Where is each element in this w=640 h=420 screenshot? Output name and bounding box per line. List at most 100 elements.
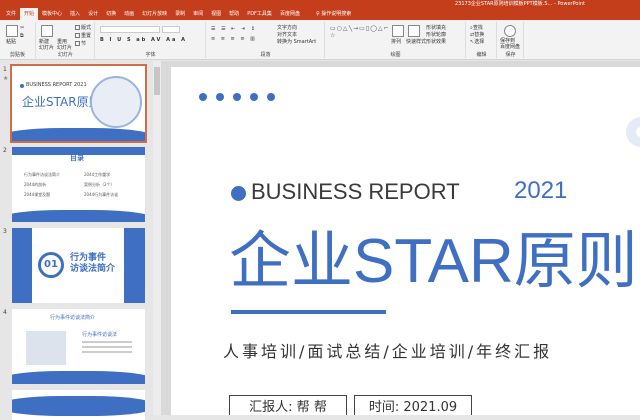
thumb-band [12,228,32,303]
thumb-text-line [82,351,132,353]
layout-icon [75,25,80,30]
decor-dot [250,93,258,101]
section-button[interactable]: 节 [75,41,86,47]
replace-label: 替换 [474,32,485,38]
group-label-drawing: 绘图 [390,52,401,58]
layout-button[interactable]: 版式 [75,25,91,31]
thumb-item: 案例分析（2个） [84,182,115,187]
year-text[interactable]: 2021 [514,177,567,205]
replace-button[interactable]: ⇄替换 [470,32,484,38]
tab-file[interactable]: 文件 [2,8,20,20]
tab-baidu[interactable]: 百度网盘 [276,8,304,20]
slide-number: 4 [3,309,7,316]
thumb-photo [26,331,66,365]
reset-icon [75,33,80,38]
copy-icon[interactable]: ⧉ [20,33,24,39]
group-clipboard: 粘贴 ✂ ⧉ 剪贴板 [0,22,36,58]
reset-label: 重置 [81,33,92,39]
align-text-button[interactable]: 对齐文本 [277,32,297,38]
thumbnail-slide-1[interactable]: BUSINESS REPORT 2021 企业STAR原则 [10,64,147,143]
group-label-editing: 编辑 [476,52,487,58]
reset-button[interactable]: 重置 [75,33,91,39]
select-button[interactable]: ↖选择 [470,39,484,45]
paste-icon[interactable] [6,25,18,37]
tab-design[interactable]: 设计 [84,8,102,20]
tab-slideshow[interactable]: 幻灯片放映 [138,8,171,20]
thumbnail-slide-5[interactable] [12,390,145,420]
tab-home[interactable]: 开始 [20,8,39,20]
tab-review[interactable]: 审阅 [189,8,207,20]
select-label: 选择 [474,39,485,45]
new-slide-icon[interactable] [41,25,53,37]
tell-me-label: 操作说明搜索 [321,11,352,17]
font-size-select[interactable] [162,26,180,33]
tab-view[interactable]: 视图 [207,8,225,20]
decor-dot [233,93,241,101]
tell-me-search[interactable]: ♀ 操作说明搜索 [312,8,355,20]
thumbnail-slide-4[interactable]: 行为事件访谈法简介 行为事件访谈法 [12,309,145,384]
tab-transitions[interactable]: 切换 [102,8,120,20]
cut-icon[interactable]: ✂ [20,25,24,31]
thumb-dot [20,84,24,88]
thumbnail-slide-3[interactable]: 01 行为事件 访谈法简介 [12,228,145,303]
reporter-box[interactable]: 汇报人: 帮 帮 [229,395,347,415]
thumb-title: 目录 [70,154,84,162]
thumb-title: 行为事件 访谈法简介 [70,253,116,274]
font-name-select[interactable] [100,26,160,33]
shape-effects-button[interactable]: 形状效果 [426,39,446,45]
tab-template[interactable]: 模板中心 [38,8,66,20]
thumbnail-slide-2[interactable]: 目录 行为事件访谈法简介 2044的剖析 2044课堂及题 2044工作重学 案… [12,147,145,222]
tab-insert[interactable]: 插入 [66,8,84,20]
tab-help[interactable]: 帮助 [225,8,243,20]
shape-outline-button[interactable]: 形状轮廓 [426,32,446,38]
group-save: 保存到 百度网盘 保存 [498,22,524,58]
slide-thumbnail-panel[interactable]: 1 ★ BUSINESS REPORT 2021 企业STAR原则 2 目录 行… [0,61,158,420]
thumb-band [124,228,145,303]
smartart-button[interactable]: 转换为 SmartArt [277,39,316,45]
shape-fill-button[interactable]: 形状填充 [426,25,446,31]
scrollbar-thumb[interactable] [154,67,160,95]
list-buttons[interactable]: ☰ ☰ ⇤ ⇥ ↕ [211,26,257,32]
group-label-clipboard: 剪贴板 [9,52,25,58]
thumb-heading: 行为事件访谈法简介 [50,315,96,321]
new-slide-button[interactable]: 新建 幻灯片 [39,39,54,51]
find-button[interactable]: ⌕查找 [470,25,483,31]
section-icon [75,41,80,46]
tab-record[interactable]: 录制 [171,8,189,20]
thumb-wave [12,210,145,222]
section-label: 节 [81,41,87,47]
arrange-button[interactable]: 排列 [391,39,401,45]
tab-pdf[interactable]: PDF工具集 [243,8,276,20]
time-box[interactable]: 时间: 2021.09 [354,395,472,415]
decor-ring [626,117,640,147]
align-buttons[interactable]: ≡ ≡ ≡ ≡ ▥ [211,36,257,42]
arrange-icon[interactable] [392,25,404,37]
thumb-item: 2044的剖析 [24,182,47,187]
business-report-text[interactable]: BUSINESS REPORT [251,179,460,205]
thumb-item: 2044课堂及题 [24,192,51,197]
group-drawing: ▭○△╲→▭▯◯△⌐⌐↩▷◇⬠◁▱⟋⟍⌒{}☆ 排列 快速样式 形状填充 形状轮… [326,22,466,58]
slide-canvas[interactable]: BUSINESS REPORT 2021 企业STAR原则 人事培训/面试总结/… [171,67,640,415]
text-direction-button[interactable]: 文字方向 [277,25,297,31]
ribbon-tabs: 文件 开始 模板中心 插入 设计 切换 动画 幻灯片放映 录制 审阅 视图 帮助… [0,8,640,20]
tab-animations[interactable]: 动画 [120,8,138,20]
quick-styles-icon[interactable] [408,25,420,37]
paste-button[interactable]: 粘贴 [6,39,16,45]
thumb-title: 企业STAR原则 [22,95,101,109]
save-baidu-button[interactable]: 保存到 百度网盘 [500,38,520,50]
thumb-sub: 行为事件访谈法 [82,332,118,338]
thumbnail-scrollbar[interactable] [153,61,161,415]
shapes-gallery[interactable]: ▭○△╲→▭▯◯△⌐⌐↩▷◇⬠◁▱⟋⟍⌒{}☆ [330,25,390,47]
reuse-slide-button[interactable]: 重用 幻灯片 [57,39,72,51]
quick-styles-button[interactable]: 快速样式 [406,39,426,45]
thumb-item: 2044工作重学 [84,172,111,177]
thumb-item: 行为事件访谈法简介 [24,172,60,177]
title-underline [231,310,386,314]
thumb-wave [12,396,145,416]
main-title[interactable]: 企业STAR原则 [229,227,638,297]
font-format-buttons[interactable]: B I U S ab AV Aa A [100,37,187,43]
subtitle-text[interactable]: 人事培训/面试总结/企业培训/年终汇报 [223,338,552,362]
cloud-save-icon[interactable] [504,25,516,37]
find-label: 查找 [472,25,483,31]
thumb-wave [12,128,145,141]
